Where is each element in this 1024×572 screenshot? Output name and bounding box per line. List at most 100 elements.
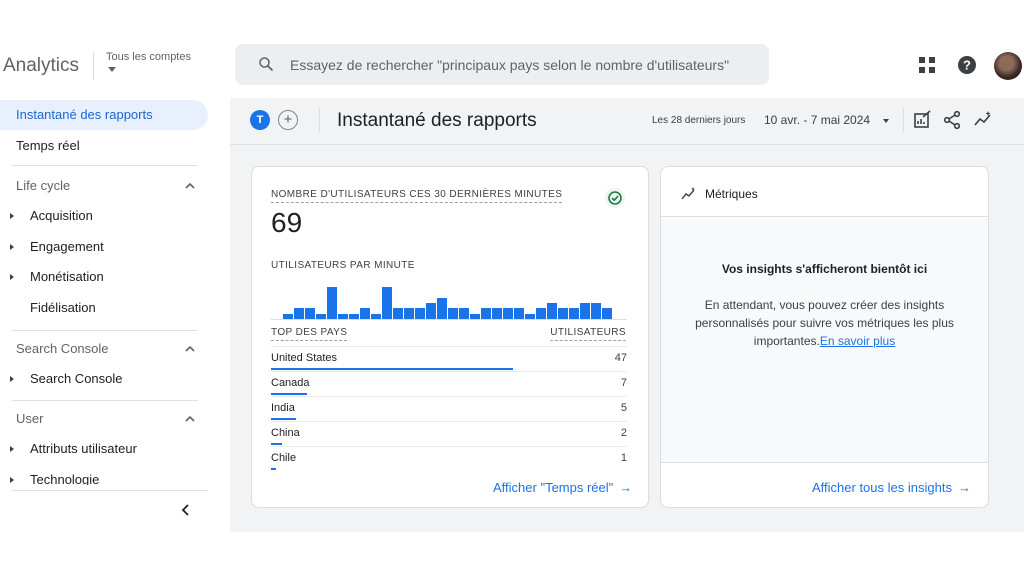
sidebar-item-label: Engagement [30, 239, 104, 254]
table-row[interactable]: Chile 1 [271, 446, 627, 471]
section-divider [12, 400, 198, 401]
row-share-bar [271, 393, 307, 395]
sidebar-item-label: Attributs utilisateur [30, 441, 137, 456]
page-title: Instantané des rapports [337, 110, 537, 131]
table-header-users[interactable]: UTILISATEURS [550, 327, 626, 341]
search-placeholder[interactable]: Essayez de rechercher "principaux pays s… [290, 57, 729, 73]
minute-bar[interactable] [481, 308, 491, 319]
minute-bar[interactable] [580, 303, 590, 319]
section-title-user[interactable]: User [16, 411, 43, 426]
insights-icon [681, 187, 695, 200]
sidebar-item-label: Search Console [30, 371, 123, 386]
section-title-life-cycle[interactable]: Life cycle [16, 178, 70, 193]
expand-arrow-icon [10, 213, 14, 219]
sidebar-item-snapshot[interactable]: Instantané des rapports [0, 100, 208, 130]
chevron-up-icon[interactable] [184, 413, 196, 425]
minute-bar[interactable] [591, 303, 601, 319]
account-selector-label[interactable]: Tous les comptes [106, 51, 191, 63]
comparison-badge[interactable]: T [250, 110, 270, 130]
metrics-card: Métriques Vos insights s'afficheront bie… [660, 166, 989, 508]
row-share-bar [271, 468, 276, 470]
view-realtime-link[interactable]: Afficher "Temps réel" → [493, 480, 632, 495]
sidebar-item-fidelisation[interactable]: Fidélisation [0, 295, 210, 321]
share-icon[interactable] [942, 110, 962, 130]
date-dropdown-caret-icon[interactable] [883, 119, 889, 123]
arrow-right-icon: → [957, 480, 971, 495]
insights-icon[interactable] [973, 110, 993, 130]
sidebar-item-engagement[interactable]: Engagement [0, 234, 210, 260]
add-comparison-button[interactable]: + [278, 110, 298, 130]
metrics-footer-divider [661, 462, 988, 463]
users-per-minute-label: UTILISATEURS PAR MINUTE [271, 260, 415, 271]
date-range-value[interactable]: 10 avr. - 7 mai 2024 [764, 113, 870, 127]
sidebar-item-acquisition[interactable]: Acquisition [0, 203, 210, 229]
row-country: China [271, 427, 300, 439]
search-bar[interactable]: Essayez de rechercher "principaux pays s… [235, 44, 769, 85]
account-dropdown-caret-icon[interactable] [108, 67, 116, 72]
minute-bar[interactable] [602, 308, 612, 319]
row-share-bar [271, 418, 296, 420]
section-divider [12, 330, 198, 331]
customize-report-icon[interactable] [912, 110, 932, 130]
users-per-minute-chart[interactable] [283, 279, 617, 319]
minute-bar[interactable] [503, 308, 513, 319]
sidebar-item-label: Technologie [30, 472, 100, 485]
sidebar-item-search-console[interactable]: Search Console [0, 366, 210, 392]
minute-bar[interactable] [305, 308, 315, 319]
date-range-label[interactable]: Les 28 derniers jours [652, 115, 745, 126]
sidebar-item-realtime[interactable]: Temps réel [0, 131, 208, 161]
chevron-up-icon[interactable] [184, 343, 196, 355]
table-row[interactable]: India 5 [271, 396, 627, 421]
section-divider [12, 165, 198, 166]
minute-bar[interactable] [514, 308, 524, 319]
minute-bar[interactable] [360, 308, 370, 319]
minute-bar[interactable] [492, 308, 502, 319]
minute-bar[interactable] [547, 303, 557, 319]
sidebar-item-label: Acquisition [30, 208, 93, 223]
minute-bar[interactable] [558, 308, 568, 319]
minute-bar[interactable] [393, 308, 403, 319]
row-users: 7 [620, 377, 627, 389]
toolbar-divider [903, 108, 904, 132]
row-divider [271, 446, 627, 447]
table-row[interactable]: United States 47 [271, 346, 627, 371]
minute-bar[interactable] [426, 303, 436, 319]
table-header-country[interactable]: TOP DES PAYS [271, 327, 348, 341]
sidebar-item-monetisation[interactable]: Monétisation [0, 264, 210, 290]
apps-grid-icon[interactable] [915, 53, 939, 77]
sidebar-item-user-attributes[interactable]: Attributs utilisateur [0, 436, 210, 462]
metrics-header: Métriques [661, 167, 988, 217]
view-all-insights-link[interactable]: Afficher tous les insights → [812, 480, 971, 495]
kpi-value: 69 [271, 207, 303, 238]
help-icon[interactable]: ? [955, 53, 979, 77]
row-country: Canada [271, 377, 310, 389]
learn-more-link[interactable]: En savoir plus [820, 334, 895, 348]
row-divider [271, 396, 627, 397]
minute-bar[interactable] [294, 308, 304, 319]
metrics-title: Métriques [705, 187, 758, 201]
view-realtime-label: Afficher "Temps réel" [493, 480, 614, 495]
minute-bar[interactable] [415, 308, 425, 319]
sidebar-item-technology[interactable]: Technologie [0, 467, 210, 485]
table-row[interactable]: Canada 7 [271, 371, 627, 396]
minute-bar[interactable] [536, 308, 546, 319]
section-title-search-console[interactable]: Search Console [16, 341, 109, 356]
minute-bar[interactable] [404, 308, 414, 319]
minute-bar[interactable] [437, 298, 447, 319]
chevron-up-icon[interactable] [184, 180, 196, 192]
header-divider [93, 52, 94, 80]
minute-bar[interactable] [459, 308, 469, 319]
minute-bar[interactable] [448, 308, 458, 319]
minute-bar[interactable] [382, 287, 392, 319]
row-country: Chile [271, 452, 297, 464]
table-row[interactable]: China 2 [271, 421, 627, 446]
row-divider [271, 346, 627, 347]
minute-bar[interactable] [327, 287, 337, 319]
collapse-sidebar-icon[interactable] [178, 502, 194, 518]
analytics-app: Analytics Tous les comptes Essayez de re… [0, 0, 1024, 572]
report-toolbar: T + Instantané des rapports Les 28 derni… [230, 98, 1024, 144]
kpi-label[interactable]: NOMBRE D'UTILISATEURS CES 30 DERNIÈRES M… [271, 189, 563, 203]
app-name[interactable]: Analytics [3, 55, 79, 77]
avatar[interactable] [994, 52, 1022, 80]
minute-bar[interactable] [569, 308, 579, 319]
